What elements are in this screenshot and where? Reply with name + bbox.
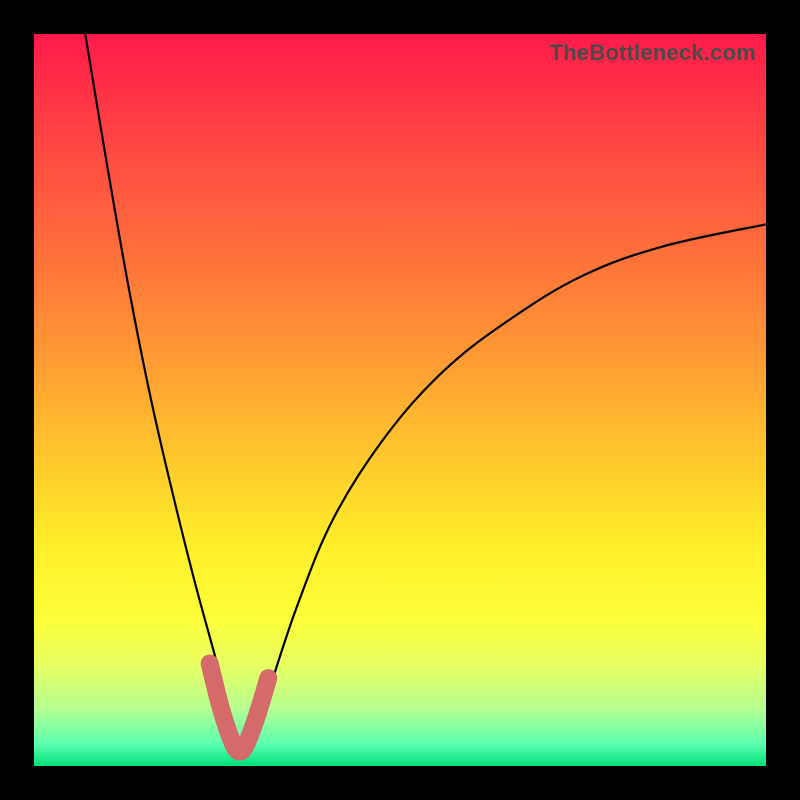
line-highlight bbox=[210, 664, 269, 752]
plot-area: TheBottleneck.com bbox=[34, 34, 766, 766]
chart-svg bbox=[34, 34, 766, 766]
chart-frame: TheBottleneck.com bbox=[0, 0, 800, 800]
line-curve bbox=[85, 34, 766, 752]
